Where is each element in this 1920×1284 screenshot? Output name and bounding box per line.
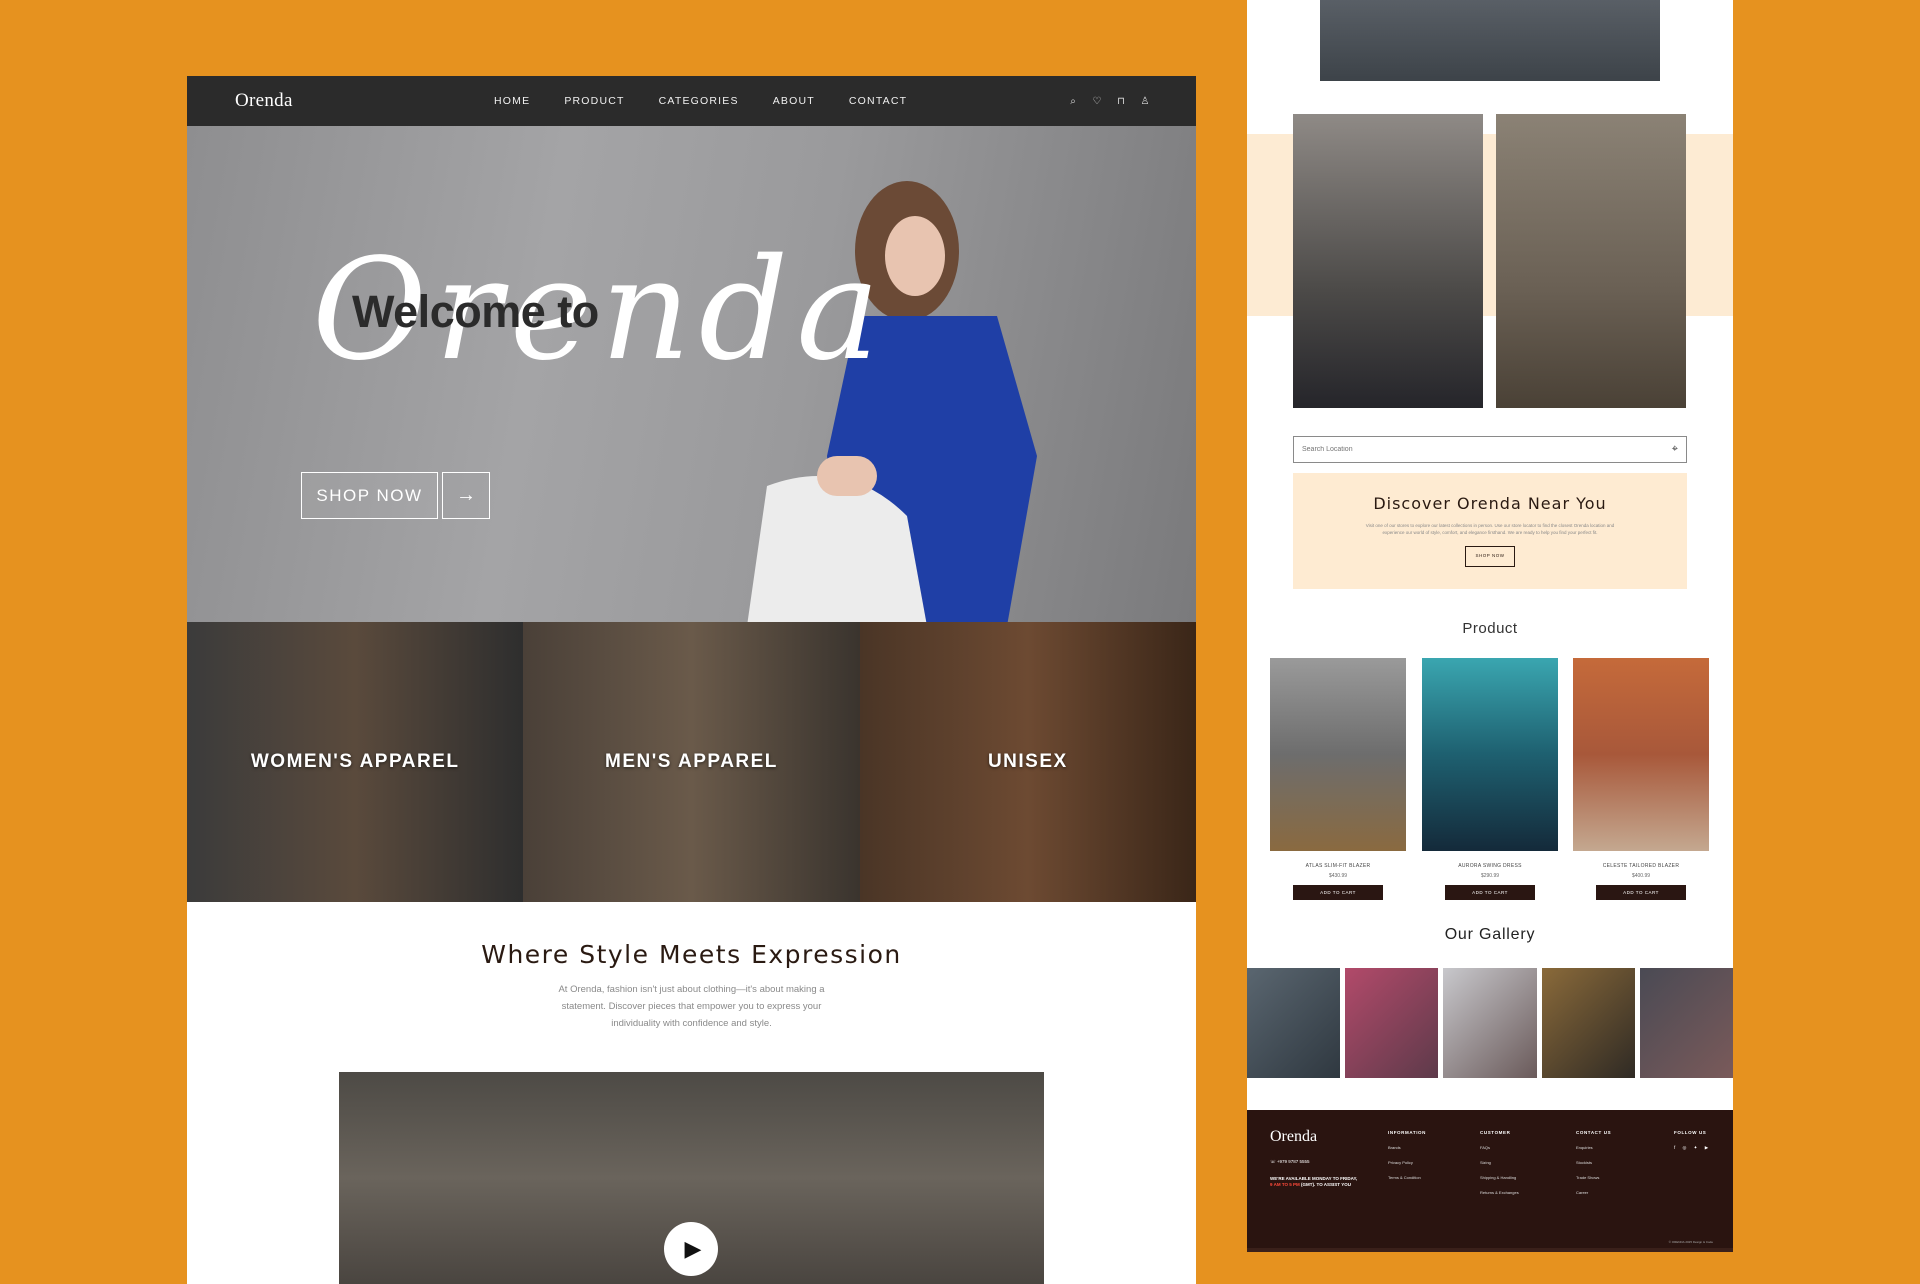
footer-copyright: © ORENDA 2025 Design & Code — [1668, 1240, 1713, 1244]
footer-phone: ☏ +979 9787 5555 — [1270, 1159, 1310, 1164]
hero-welcome-text: Welcome to — [352, 286, 599, 337]
user-icon[interactable]: ♙ — [1140, 96, 1150, 107]
gallery-photo[interactable] — [1443, 968, 1537, 1078]
location-search[interactable]: ⌖ — [1293, 436, 1687, 463]
availability-prefix: WE'RE AVAILABLE MONDAY TO FRIDAY, — [1270, 1176, 1358, 1181]
footer-column-contact: CONTACT US Enquiries Stockists Trade Sho… — [1576, 1130, 1611, 1195]
gallery-photo[interactable] — [1639, 968, 1733, 1078]
bag-icon[interactable]: ⊓ — [1116, 96, 1126, 107]
store-locator-body: Visit one of our stores to explore our l… — [1365, 523, 1615, 535]
footer-link[interactable]: Brands — [1388, 1145, 1426, 1150]
add-to-cart-button[interactable]: ADD TO CART — [1445, 885, 1535, 900]
product-section-title: Product — [1462, 620, 1518, 637]
location-pin-icon: ⌖ — [1671, 443, 1678, 455]
nav-product[interactable]: PRODUCT — [564, 95, 624, 107]
footer-link[interactable]: Trade Shows — [1576, 1175, 1611, 1180]
gallery-photo[interactable] — [1247, 968, 1341, 1078]
about-title: Where Style Meets Expression — [481, 940, 902, 969]
lookbook-photo-2 — [1496, 114, 1686, 408]
nav-icons: ⌕ ♡ ⊓ ♙ — [1068, 76, 1150, 126]
about-body: At Orenda, fashion isn't just about clot… — [558, 984, 825, 1029]
product-price: $290.99 — [1480, 873, 1500, 879]
lookbook-photo-1 — [1293, 114, 1483, 408]
video-player[interactable]: ▶ — [339, 1072, 1044, 1284]
footer-link[interactable]: Sizing — [1480, 1160, 1519, 1165]
product-name[interactable]: AURORA SWING DRESS — [1422, 863, 1558, 869]
nav-links: HOME PRODUCT CATEGORIES ABOUT CONTACT — [494, 76, 941, 126]
product-card: AURORA SWING DRESS $290.99 ADD TO CART — [1422, 658, 1558, 900]
add-to-cart-button[interactable]: ADD TO CART — [1293, 885, 1383, 900]
search-icon[interactable]: ⌕ — [1068, 96, 1078, 107]
footer-link[interactable]: Terms & Condition — [1388, 1175, 1426, 1180]
social-icons[interactable]: f ◎ ✦ ▶ — [1674, 1145, 1711, 1151]
footer-heading: INFORMATION — [1388, 1130, 1427, 1135]
secondary-page-mockup: ⌖ Discover Orenda Near You Visit one of … — [1247, 0, 1733, 1252]
footer-link[interactable]: Career — [1576, 1190, 1611, 1195]
category-womens[interactable]: WOMEN'S APPAREL — [187, 622, 524, 902]
footer-divider — [1247, 1248, 1733, 1252]
availability-hours: 9 AM TO 5 PM — [1270, 1181, 1300, 1187]
store-shop-now-button[interactable]: SHOP NOW — [1465, 546, 1515, 567]
footer-logo[interactable]: Orenda — [1270, 1128, 1317, 1146]
hero-banner: Orenda Welcome to SHOP NOW → — [187, 126, 1196, 622]
footer-availability: WE'RE AVAILABLE MONDAY TO FRIDAY, 9 AM T… — [1270, 1176, 1358, 1187]
product-image[interactable] — [1270, 658, 1406, 851]
footer-heading: FOLLOW US — [1674, 1130, 1707, 1135]
footer-column-follow: FOLLOW US f ◎ ✦ ▶ — [1674, 1130, 1711, 1151]
add-to-cart-button[interactable]: ADD TO CART — [1596, 885, 1686, 900]
footer-heading: CUSTOMER — [1480, 1130, 1511, 1135]
arrow-right-icon[interactable]: → — [442, 472, 490, 519]
about-section: Where Style Meets Expression At Orenda, … — [187, 902, 1196, 1032]
category-strip: WOMEN'S APPAREL MEN'S APPAREL UNISEX — [187, 622, 1196, 902]
product-card: ATLAS SLIM-FIT BLAZER $430.99 ADD TO CAR… — [1270, 658, 1406, 900]
category-unisex[interactable]: UNISEX — [859, 622, 1196, 902]
store-locator-title: Discover Orenda Near You — [1373, 494, 1607, 513]
nav-about[interactable]: ABOUT — [773, 95, 815, 107]
footer-link[interactable]: Returns & Exchanges — [1480, 1190, 1519, 1195]
product-price: $430.99 — [1328, 873, 1348, 879]
product-image[interactable] — [1422, 658, 1558, 851]
footer-link[interactable]: Enquiries — [1576, 1145, 1611, 1150]
footer-link[interactable]: Shipping & Handling — [1480, 1175, 1519, 1180]
top-navbar: Orenda HOME PRODUCT CATEGORIES ABOUT CON… — [187, 76, 1196, 126]
availability-suffix: (GMT). TO ASSIST YOU — [1301, 1181, 1351, 1187]
gallery-grid — [1247, 968, 1733, 1078]
footer-column-customer: CUSTOMER FAQs Sizing Shipping & Handling… — [1480, 1130, 1519, 1195]
gallery-photo[interactable] — [1345, 968, 1439, 1078]
category-label: MEN'S APPAREL — [605, 751, 778, 772]
play-icon[interactable]: ▶ — [664, 1222, 718, 1276]
product-card: CELESTE TAILORED BLAZER $400.99 ADD TO C… — [1573, 658, 1709, 900]
store-locator-card: Discover Orenda Near You Visit one of ou… — [1293, 473, 1687, 589]
footer-phone-number: +979 9787 5555 — [1276, 1159, 1310, 1164]
shop-now-button[interactable]: SHOP NOW — [301, 472, 438, 519]
nav-contact[interactable]: CONTACT — [849, 95, 907, 107]
nav-categories[interactable]: CATEGORIES — [659, 95, 739, 107]
product-name[interactable]: ATLAS SLIM-FIT BLAZER — [1270, 863, 1406, 869]
footer-link[interactable]: FAQs — [1480, 1145, 1519, 1150]
footer-link[interactable]: Stockists — [1576, 1160, 1611, 1165]
gallery-photo[interactable] — [1541, 968, 1635, 1078]
product-name[interactable]: CELESTE TAILORED BLAZER — [1573, 863, 1709, 869]
gallery-title: Our Gallery — [1444, 926, 1536, 943]
product-image[interactable] — [1573, 658, 1709, 851]
footer-link[interactable]: Privacy Policy — [1388, 1160, 1426, 1165]
homepage-mockup: Orenda HOME PRODUCT CATEGORIES ABOUT CON… — [187, 76, 1196, 1284]
nav-home[interactable]: HOME — [494, 95, 530, 107]
category-label: WOMEN'S APPAREL — [250, 751, 460, 772]
footer-column-information: INFORMATION Brands Privacy Policy Terms … — [1388, 1130, 1426, 1180]
street-photo — [1320, 0, 1660, 81]
product-price: $400.99 — [1631, 873, 1651, 879]
heart-icon[interactable]: ♡ — [1092, 96, 1102, 107]
category-mens[interactable]: MEN'S APPAREL — [523, 622, 860, 902]
location-search-input[interactable] — [1302, 446, 1672, 453]
site-footer: Orenda ☏ +979 9787 5555 WE'RE AVAILABLE … — [1247, 1110, 1733, 1252]
brand-logo[interactable]: Orenda — [235, 90, 293, 112]
category-label: UNISEX — [987, 751, 1068, 772]
footer-heading: CONTACT US — [1576, 1130, 1612, 1135]
